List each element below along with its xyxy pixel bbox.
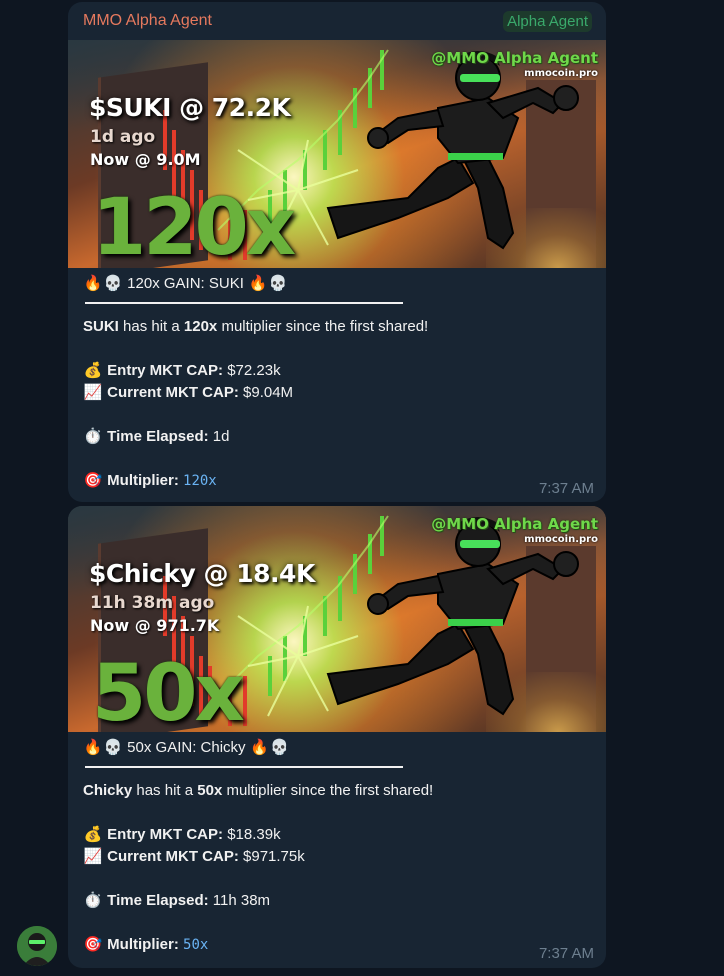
summary-since: multiplier since the first shared! <box>221 318 429 335</box>
multiplier-code[interactable]: 50x <box>183 937 208 953</box>
headline-text: 50x GAIN: Chicky <box>127 739 246 756</box>
skull-icon: 💀 <box>268 275 288 292</box>
message-text: 🔥💀 50x GAIN: Chicky 🔥💀 Chicky has hit a … <box>68 732 606 956</box>
divider <box>85 766 403 768</box>
divider <box>85 302 403 304</box>
banner-watermark: @MMO Alpha Agent mmocoin.pro <box>431 50 598 82</box>
entry-label: Entry MKT CAP: <box>107 362 224 379</box>
money-bag-icon: 💰 <box>83 826 103 843</box>
message-time: 7:37 AM <box>538 945 594 962</box>
headline: 🔥💀 120x GAIN: SUKI 🔥💀 <box>83 274 591 294</box>
multiplier-code[interactable]: 120x <box>183 473 217 489</box>
elapsed-label: Time Elapsed: <box>107 892 209 909</box>
headline: 🔥💀 50x GAIN: Chicky 🔥💀 <box>83 738 591 758</box>
sender-avatar[interactable] <box>17 926 57 966</box>
banner-now: Now @ 9.0M <box>90 150 201 169</box>
current-label: Current MKT CAP: <box>107 384 239 401</box>
skull-icon: 💀 <box>103 739 123 756</box>
fire-icon: 🔥 <box>83 739 103 756</box>
token-name: SUKI <box>83 318 119 335</box>
banner-title: $Chicky @ 18.4K <box>89 559 315 588</box>
multiplier-label: Multiplier: <box>107 936 179 953</box>
current-label: Current MKT CAP: <box>107 848 239 865</box>
entry-label: Entry MKT CAP: <box>107 826 224 843</box>
agent-avatar-icon <box>17 926 57 966</box>
fire-icon: 🔥 <box>250 739 270 756</box>
current-value: $9.04M <box>243 384 294 401</box>
time-elapsed: ⏱️ Time Elapsed: 1d <box>83 426 591 448</box>
elapsed-label: Time Elapsed: <box>107 428 209 445</box>
stopwatch-icon: ⏱️ <box>83 892 103 909</box>
fire-icon: 🔥 <box>248 275 268 292</box>
elapsed-value: 11h 38m <box>212 892 271 909</box>
entry-mkt-cap: 💰 Entry MKT CAP: $72.23k <box>83 360 591 382</box>
summary-line: SUKI has hit a 120x multiplier since the… <box>83 316 591 338</box>
banner-ago: 11h 38m ago <box>90 593 215 613</box>
time-elapsed: ⏱️ Time Elapsed: 11h 38m <box>83 890 591 912</box>
stopwatch-icon: ⏱️ <box>83 428 103 445</box>
headline-text: 120x GAIN: SUKI <box>127 275 244 292</box>
banner-now: Now @ 971.7K <box>90 616 220 635</box>
multiplier-label: Multiplier: <box>107 472 179 489</box>
watermark-handle: @MMO Alpha Agent <box>431 49 598 67</box>
message-bubble[interactable]: MMO Alpha Agent Alpha Agent @MMO Alpha A… <box>68 2 606 502</box>
target-icon: 🎯 <box>83 936 103 953</box>
money-bag-icon: 💰 <box>83 362 103 379</box>
summary-multiplier: 120x <box>183 318 218 335</box>
target-icon: 🎯 <box>83 472 103 489</box>
watermark-site: mmocoin.pro <box>524 534 598 545</box>
skull-icon: 💀 <box>270 739 290 756</box>
message-time: 7:37 AM <box>538 480 594 497</box>
summary-has-hit: has hit a <box>136 782 194 799</box>
current-mkt-cap: 📈 Current MKT CAP: $9.04M <box>83 382 591 404</box>
multiplier-line: 🎯 Multiplier: 50x <box>83 934 591 956</box>
message-bubble[interactable]: @MMO Alpha Agent mmocoin.pro $Chicky @ 1… <box>68 506 606 968</box>
entry-value: $18.39k <box>227 826 281 843</box>
banner-watermark: @MMO Alpha Agent mmocoin.pro <box>431 516 598 548</box>
skull-icon: 💀 <box>103 275 123 292</box>
summary-since: multiplier since the first shared! <box>226 782 434 799</box>
current-value: $971.75k <box>243 848 305 865</box>
entry-value: $72.23k <box>227 362 281 379</box>
banner-title: $SUKI @ 72.2K <box>89 93 291 122</box>
banner-image[interactable]: @MMO Alpha Agent mmocoin.pro $SUKI @ 72.… <box>68 40 606 268</box>
banner-ago: 1d ago <box>90 127 156 147</box>
summary-multiplier: 50x <box>197 782 223 799</box>
elapsed-value: 1d <box>212 428 230 445</box>
watermark-handle: @MMO Alpha Agent <box>431 515 598 533</box>
chart-up-icon: 📈 <box>83 848 103 865</box>
entry-mkt-cap: 💰 Entry MKT CAP: $18.39k <box>83 824 591 846</box>
summary-has-hit: has hit a <box>123 318 180 335</box>
token-name: Chicky <box>83 782 133 799</box>
chart-up-icon: 📈 <box>83 384 103 401</box>
message-header: MMO Alpha Agent Alpha Agent <box>68 2 606 40</box>
banner-image[interactable]: @MMO Alpha Agent mmocoin.pro $Chicky @ 1… <box>68 506 606 732</box>
watermark-site: mmocoin.pro <box>524 68 598 79</box>
banner-multiplier: 50x <box>92 649 245 732</box>
message-text: 🔥💀 120x GAIN: SUKI 🔥💀 SUKI has hit a 120… <box>68 268 606 492</box>
fire-icon: 🔥 <box>83 275 103 292</box>
summary-line: Chicky has hit a 50x multiplier since th… <box>83 780 591 802</box>
banner-multiplier: 120x <box>92 183 296 268</box>
current-mkt-cap: 📈 Current MKT CAP: $971.75k <box>83 846 591 868</box>
admin-badge: Alpha Agent <box>503 10 592 32</box>
multiplier-line: 🎯 Multiplier: 120x <box>83 470 591 492</box>
sender-name[interactable]: MMO Alpha Agent <box>83 12 212 30</box>
